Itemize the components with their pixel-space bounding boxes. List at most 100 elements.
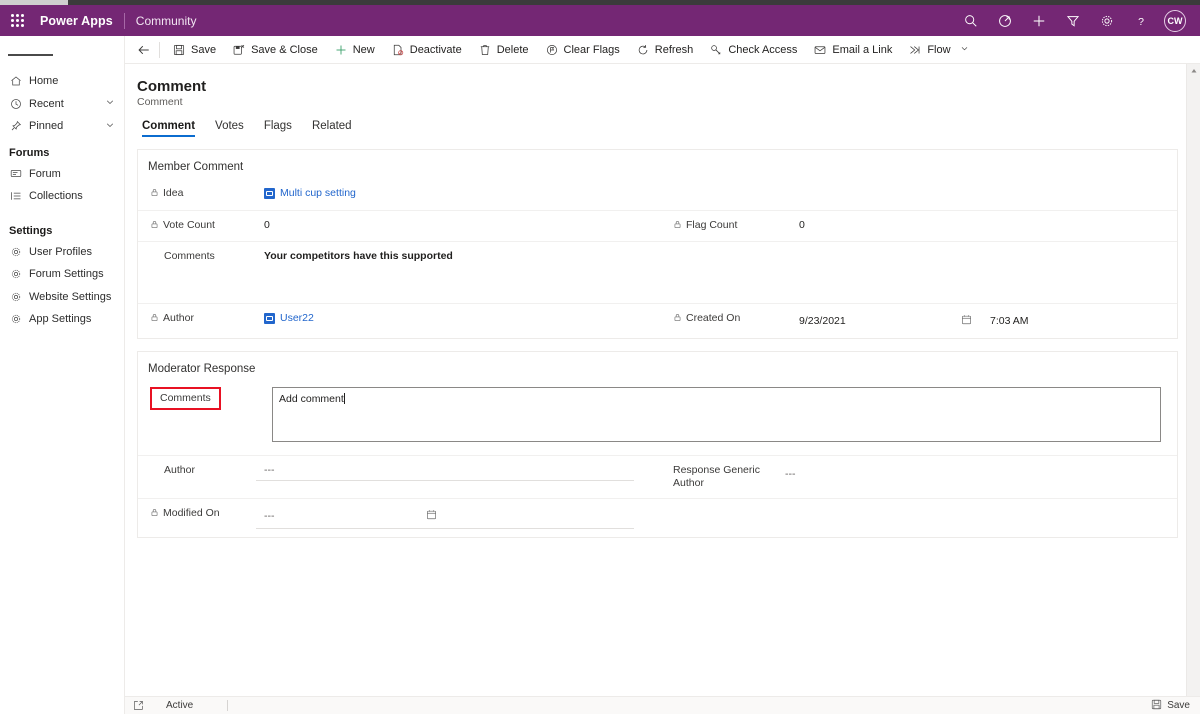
page-header: Comment Comment [125, 64, 1200, 108]
field-label: Flag Count [673, 219, 791, 233]
vertical-scrollbar[interactable] [1186, 64, 1200, 696]
back-arrow-icon[interactable] [131, 37, 157, 63]
sidebar-item-label: Pinned [29, 120, 64, 133]
field-row-idea-right [658, 179, 1177, 210]
moderator-comments-textarea[interactable]: Add comment [272, 387, 1161, 442]
clear-flags-button[interactable]: Clear Flags [537, 37, 628, 63]
field-label: Comments [138, 250, 256, 263]
status-bar: Active Save [125, 696, 1200, 714]
tab-votes[interactable]: Votes [205, 120, 254, 137]
user-avatar[interactable]: CW [1164, 9, 1186, 32]
response-generic-author-value[interactable]: --- [777, 464, 796, 481]
moderator-comments-input-wrap: Add comment [264, 387, 1177, 442]
status-save-button[interactable]: Save [1151, 699, 1194, 713]
scroll-up-arrow-icon[interactable] [1187, 64, 1200, 78]
field-response-generic-author: Response Generic Author --- [658, 456, 1177, 498]
sidebar-item-collections[interactable]: Collections [0, 185, 124, 208]
field-created-on: Created On 9/23/2021 7:03 AM [658, 304, 1177, 338]
field-idea: Idea Multi cup setting [138, 179, 658, 210]
app-body: Home Recent Pinned Forums Forum Collecti… [0, 36, 1200, 714]
calendar-icon[interactable] [961, 312, 972, 330]
sidebar-item-forum[interactable]: Forum [0, 163, 124, 186]
label-text: Author [163, 312, 194, 324]
sidebar-item-recent[interactable]: Recent [0, 93, 124, 116]
field-member-comments: Comments Your competitors have this supp… [138, 242, 1177, 303]
top-navigation-bar: Power Apps Community ? CW [0, 5, 1200, 36]
sidebar-item-label: Forum [29, 167, 61, 180]
command-label: Delete [496, 43, 529, 56]
chevron-down-icon[interactable] [105, 97, 115, 110]
sidebar-item-forum-settings[interactable]: Forum Settings [0, 263, 124, 286]
label-text: Idea [163, 187, 184, 199]
label-text: Vote Count [163, 219, 215, 231]
status-save-label: Save [1167, 700, 1190, 711]
tab-flags[interactable]: Flags [254, 120, 302, 137]
sidebar-item-website-settings[interactable]: Website Settings [0, 286, 124, 309]
flow-button[interactable]: Flow [900, 37, 976, 63]
idea-link[interactable]: Multi cup setting [256, 187, 356, 199]
check-access-button[interactable]: Check Access [701, 37, 805, 63]
pin-icon [9, 120, 22, 132]
entity-record-icon [264, 312, 275, 324]
created-on-value-group: 9/23/2021 7:03 AM [791, 312, 1029, 330]
sidebar-item-app-settings[interactable]: App Settings [0, 308, 124, 331]
target-icon[interactable] [988, 5, 1022, 36]
page-subtitle: Comment [137, 96, 183, 108]
brand-label[interactable]: Power Apps [40, 14, 113, 28]
help-icon[interactable]: ? [1124, 5, 1158, 36]
list-icon [9, 190, 22, 202]
author-link[interactable]: User22 [256, 312, 314, 324]
email-a-link-button[interactable]: Email a Link [805, 37, 900, 63]
sidebar-item-home[interactable]: Home [0, 70, 124, 93]
field-row-modified-right [658, 499, 1177, 537]
field-label: Vote Count [138, 219, 256, 233]
text-cursor [343, 393, 345, 404]
label-text: Response Generic Author [673, 464, 760, 489]
created-on-time[interactable]: 7:03 AM [982, 315, 1029, 328]
tab-comment[interactable]: Comment [137, 120, 205, 137]
form-content-area: Comment Comment Comment Votes Flags Rela… [125, 64, 1200, 696]
field-author: Author User22 [138, 304, 658, 338]
lock-icon [150, 508, 159, 521]
page-title: Comment [137, 78, 207, 95]
chevron-down-icon[interactable] [105, 120, 115, 133]
search-icon[interactable] [954, 5, 988, 36]
sidebar-hamburger-icon[interactable] [0, 40, 124, 70]
deactivate-button[interactable]: Deactivate [383, 37, 470, 63]
open-in-new-window-icon[interactable] [133, 700, 144, 711]
plus-icon[interactable] [1022, 5, 1056, 36]
field-label: Idea [138, 187, 256, 201]
moderator-author-value[interactable]: --- [256, 464, 634, 481]
forum-icon [9, 168, 22, 180]
modified-on-date[interactable]: --- [256, 510, 426, 523]
command-label: Save & Close [251, 43, 318, 56]
field-moderator-author: Author --- [138, 456, 658, 498]
save-and-close-button[interactable]: Save & Close [224, 37, 326, 63]
gear-icon [9, 268, 22, 280]
command-label: Save [191, 43, 217, 56]
calendar-icon[interactable] [426, 507, 437, 525]
chevron-down-icon[interactable] [960, 44, 969, 56]
created-on-date[interactable]: 9/23/2021 [791, 315, 961, 328]
sidebar-item-user-profiles[interactable]: User Profiles [0, 241, 124, 264]
sidebar-item-pinned[interactable]: Pinned [0, 115, 124, 138]
flow-icon [908, 43, 922, 57]
form-inner: Comment Comment Comment Votes Flags Rela… [125, 64, 1200, 538]
command-label: Clear Flags [563, 43, 620, 56]
tab-related[interactable]: Related [302, 120, 362, 137]
delete-button[interactable]: Delete [470, 37, 537, 63]
app-name-label[interactable]: Community [136, 14, 197, 28]
moderator-response-section: Moderator Response Comments Add comment … [137, 351, 1178, 538]
gear-icon [9, 246, 22, 258]
plus-icon [334, 43, 348, 57]
gear-icon[interactable] [1090, 5, 1124, 36]
modified-on-value-group: --- [256, 507, 634, 529]
app-launcher-waffle-icon[interactable] [6, 10, 28, 32]
moderator-comments-value: Add comment [279, 393, 344, 405]
new-button[interactable]: New [326, 37, 383, 63]
filter-icon[interactable] [1056, 5, 1090, 36]
save-button[interactable]: Save [164, 37, 224, 63]
refresh-button[interactable]: Refresh [628, 37, 702, 63]
clear-flags-icon [545, 43, 559, 57]
